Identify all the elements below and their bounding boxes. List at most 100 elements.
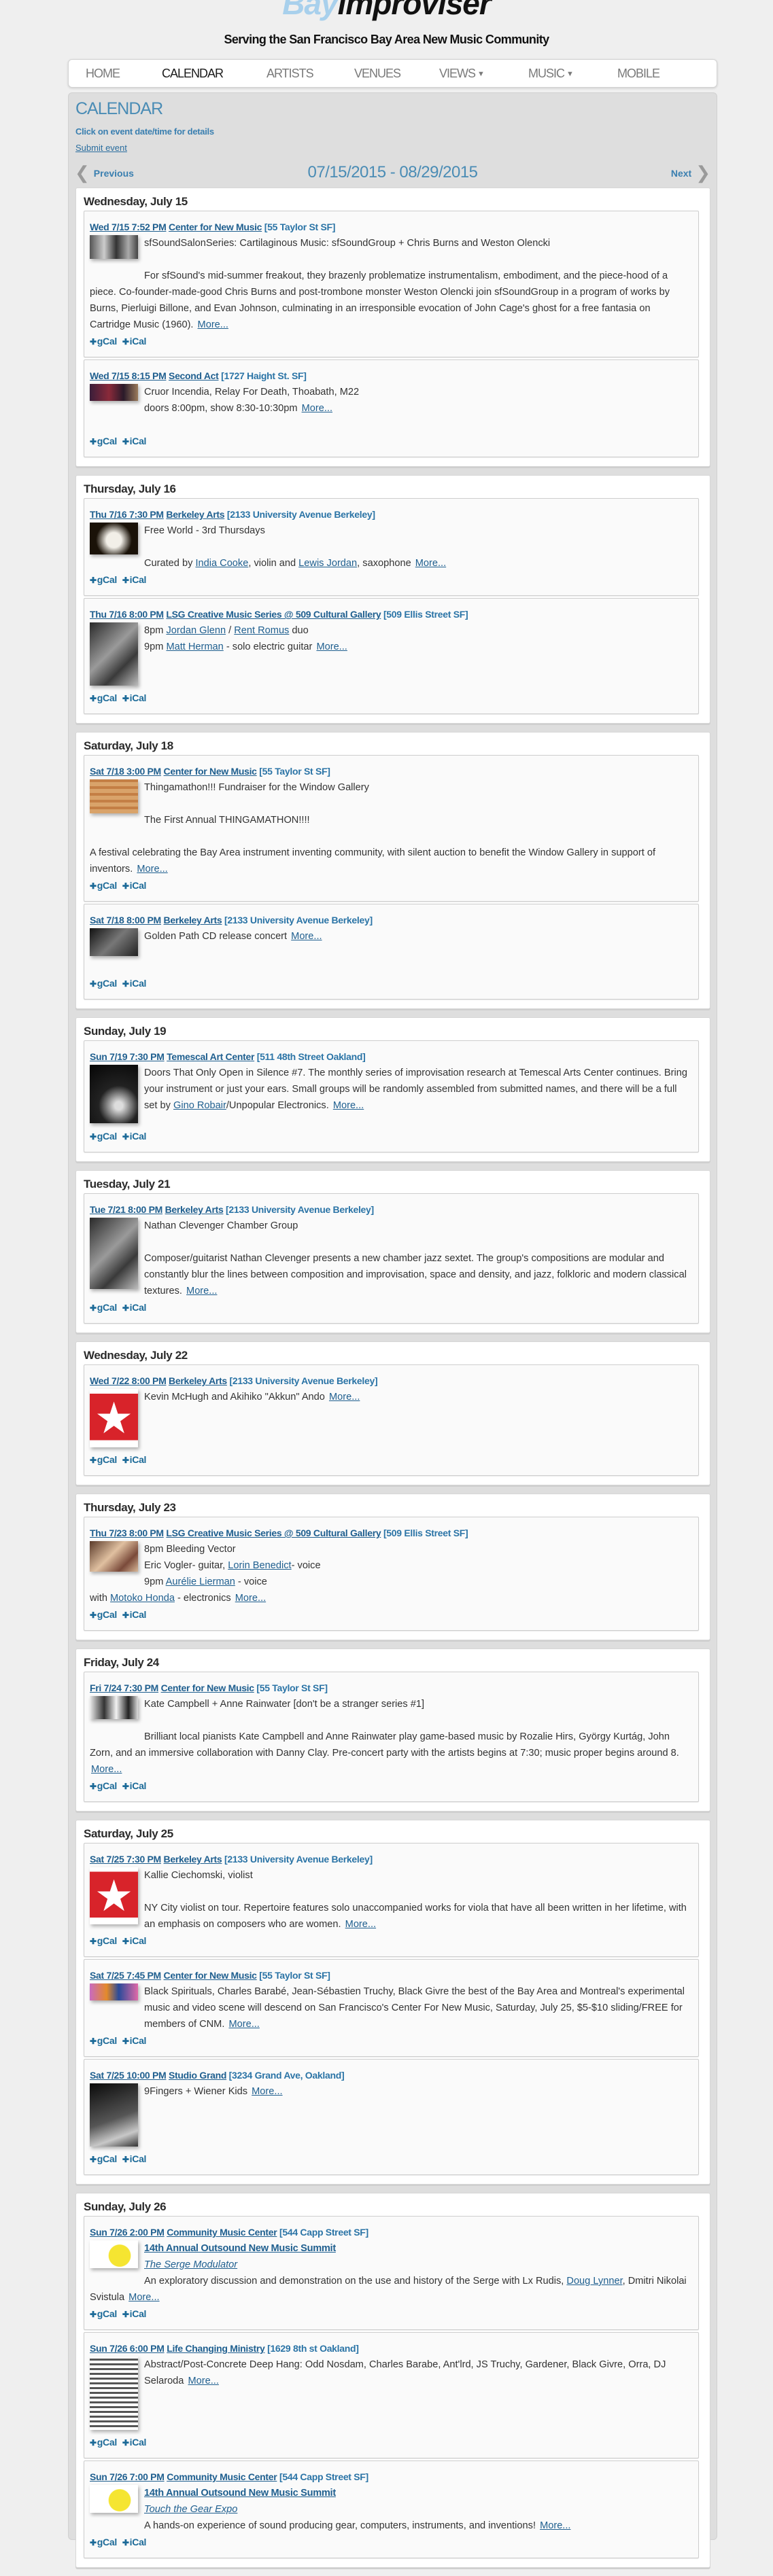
gcal-link[interactable]: ✚gCal xyxy=(90,2308,117,2319)
event-thumbnail[interactable] xyxy=(90,1696,138,1719)
event-thumbnail[interactable] xyxy=(90,779,138,813)
event-datetime-link[interactable]: Sun 7/26 6:00 PM xyxy=(90,2343,165,2354)
more-link[interactable]: More... xyxy=(345,1919,376,1930)
venue-link[interactable]: Center for New Music xyxy=(169,222,262,232)
more-link[interactable]: More... xyxy=(228,2019,259,2030)
ical-link[interactable]: ✚iCal xyxy=(122,880,147,891)
ical-link[interactable]: ✚iCal xyxy=(122,978,147,989)
nav-item-venues[interactable]: VENUES xyxy=(354,60,401,87)
event-thumbnail[interactable] xyxy=(90,235,138,259)
more-link[interactable]: More... xyxy=(302,403,332,414)
gcal-link[interactable]: ✚gCal xyxy=(90,692,117,703)
event-datetime-link[interactable]: Sun 7/26 7:00 PM xyxy=(90,2471,165,2482)
venue-link[interactable]: Community Music Center xyxy=(167,2471,277,2482)
venue-link[interactable]: Community Music Center xyxy=(167,2227,277,2238)
gcal-link[interactable]: ✚gCal xyxy=(90,2537,117,2547)
artist-link[interactable]: The Serge Modulator xyxy=(144,2259,237,2270)
more-link[interactable]: More... xyxy=(128,2292,159,2303)
nav-item-views[interactable]: VIEWS ▼ xyxy=(439,60,485,88)
gcal-link[interactable]: ✚gCal xyxy=(90,1780,117,1791)
event-datetime-link[interactable]: Sat 7/25 7:30 PM xyxy=(90,1854,161,1865)
venue-link[interactable]: Berkeley Arts xyxy=(166,509,224,520)
event-datetime-link[interactable]: Thu 7/23 8:00 PM xyxy=(90,1528,164,1538)
ical-link[interactable]: ✚iCal xyxy=(122,2437,147,2448)
artist-link[interactable]: 14th Annual Outsound New Music Summit xyxy=(144,2243,336,2254)
nav-item-calendar[interactable]: CALENDAR xyxy=(162,60,224,87)
event-datetime-link[interactable]: Fri 7/24 7:30 PM xyxy=(90,1682,158,1693)
event-thumbnail[interactable] xyxy=(90,384,138,401)
venue-link[interactable]: Center for New Music xyxy=(164,1970,257,1981)
site-logo[interactable]: Bayimproviser xyxy=(0,0,773,20)
event-thumbnail[interactable] xyxy=(90,1218,138,1289)
artist-link[interactable]: Lewis Jordan xyxy=(298,558,357,569)
artist-link[interactable]: Rent Romus xyxy=(234,625,289,636)
gcal-link[interactable]: ✚gCal xyxy=(90,436,117,446)
gcal-link[interactable]: ✚gCal xyxy=(90,1454,117,1465)
more-link[interactable]: More... xyxy=(137,864,167,875)
gcal-link[interactable]: ✚gCal xyxy=(90,1609,117,1620)
more-link[interactable]: More... xyxy=(198,319,228,330)
ical-link[interactable]: ✚iCal xyxy=(122,1454,147,1465)
nav-item-home[interactable]: HOME xyxy=(86,60,120,87)
venue-link[interactable]: Berkeley Arts xyxy=(169,1375,227,1386)
gcal-link[interactable]: ✚gCal xyxy=(90,1131,117,1142)
artist-link[interactable]: India Cooke xyxy=(195,558,248,569)
ical-link[interactable]: ✚iCal xyxy=(122,2537,147,2547)
venue-link[interactable]: LSG Creative Music Series @ 509 Cultural… xyxy=(166,609,381,620)
venue-link[interactable]: Berkeley Arts xyxy=(164,1854,222,1865)
venue-link[interactable]: Center for New Music xyxy=(164,766,257,777)
nav-item-mobile[interactable]: MOBILE xyxy=(617,60,660,87)
event-thumbnail[interactable] xyxy=(90,1541,138,1572)
event-thumbnail[interactable] xyxy=(90,2083,138,2147)
more-link[interactable]: More... xyxy=(540,2520,570,2531)
event-datetime-link[interactable]: Sat 7/25 7:45 PM xyxy=(90,1970,161,1981)
event-thumbnail[interactable]: ★ xyxy=(90,1389,138,1447)
ical-link[interactable]: ✚iCal xyxy=(122,1302,147,1313)
nav-item-music[interactable]: MUSIC ▼ xyxy=(528,60,574,88)
ical-link[interactable]: ✚iCal xyxy=(122,2035,147,2046)
ical-link[interactable]: ✚iCal xyxy=(122,1609,147,1620)
more-link[interactable]: More... xyxy=(235,1593,266,1604)
gcal-link[interactable]: ✚gCal xyxy=(90,574,117,585)
more-link[interactable]: More... xyxy=(252,2086,282,2097)
gcal-link[interactable]: ✚gCal xyxy=(90,1302,117,1313)
ical-link[interactable]: ✚iCal xyxy=(122,2153,147,2164)
gcal-link[interactable]: ✚gCal xyxy=(90,336,117,347)
nav-item-artists[interactable]: ARTISTS xyxy=(267,60,314,87)
event-thumbnail[interactable] xyxy=(90,1983,138,2000)
more-link[interactable]: More... xyxy=(91,1764,122,1775)
more-link[interactable]: More... xyxy=(316,641,347,652)
event-datetime-link[interactable]: Sun 7/19 7:30 PM xyxy=(90,1051,165,1062)
gcal-link[interactable]: ✚gCal xyxy=(90,880,117,891)
artist-link[interactable]: Aurélie Lierman xyxy=(166,1576,235,1587)
venue-link[interactable]: Studio Grand xyxy=(169,2070,226,2081)
venue-link[interactable]: Berkeley Arts xyxy=(165,1204,224,1215)
venue-link[interactable]: Berkeley Arts xyxy=(164,915,222,925)
artist-link[interactable]: Touch the Gear Expo xyxy=(144,2504,237,2515)
event-datetime-link[interactable]: Wed 7/15 8:15 PM xyxy=(90,370,167,381)
event-datetime-link[interactable]: Thu 7/16 8:00 PM xyxy=(90,609,164,620)
event-datetime-link[interactable]: Wed 7/22 8:00 PM xyxy=(90,1375,167,1386)
event-thumbnail[interactable]: ★ xyxy=(90,1867,138,1924)
event-datetime-link[interactable]: Tue 7/21 8:00 PM xyxy=(90,1204,162,1215)
event-thumbnail[interactable] xyxy=(90,2357,138,2430)
gcal-link[interactable]: ✚gCal xyxy=(90,978,117,989)
event-thumbnail[interactable] xyxy=(90,1065,138,1123)
gcal-link[interactable]: ✚gCal xyxy=(90,2153,117,2164)
event-datetime-link[interactable]: Sat 7/18 3:00 PM xyxy=(90,766,161,777)
event-thumbnail[interactable] xyxy=(90,928,138,956)
more-link[interactable]: More... xyxy=(291,931,322,942)
event-thumbnail[interactable] xyxy=(90,2485,138,2513)
event-datetime-link[interactable]: Sat 7/18 8:00 PM xyxy=(90,915,161,925)
gcal-link[interactable]: ✚gCal xyxy=(90,2437,117,2448)
ical-link[interactable]: ✚iCal xyxy=(122,436,147,446)
event-datetime-link[interactable]: Sat 7/25 10:00 PM xyxy=(90,2070,167,2081)
artist-link[interactable]: Matt Herman xyxy=(166,641,223,652)
ical-link[interactable]: ✚iCal xyxy=(122,574,147,585)
more-link[interactable]: More... xyxy=(415,558,446,569)
event-thumbnail[interactable] xyxy=(90,2240,138,2268)
event-datetime-link[interactable]: Thu 7/16 7:30 PM xyxy=(90,509,164,520)
artist-link[interactable]: Motoko Honda xyxy=(110,1593,175,1604)
venue-link[interactable]: Second Act xyxy=(169,370,219,381)
artist-link[interactable]: Jordan Glenn xyxy=(166,625,226,636)
